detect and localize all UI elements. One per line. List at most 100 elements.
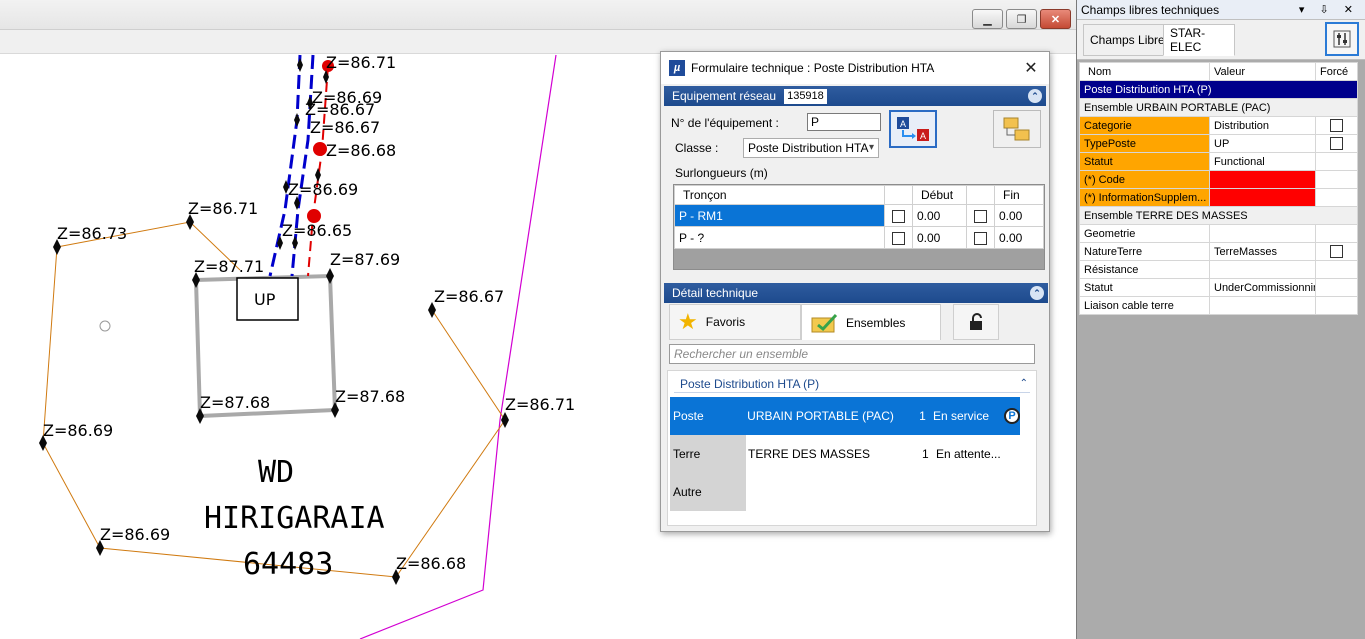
- class-select-value: Poste Distribution HTA: [748, 141, 869, 155]
- col-header-fin[interactable]: Fin: [994, 185, 1044, 205]
- prop-value[interactable]: Distribution: [1209, 116, 1316, 135]
- list-item[interactable]: Poste URBAIN PORTABLE (PAC) 1 En service…: [670, 397, 1021, 435]
- cell-debut[interactable]: 0.00: [912, 204, 967, 227]
- survey-point[interactable]: [297, 58, 303, 72]
- prop-name: Geometrie: [1079, 224, 1210, 243]
- table-row[interactable]: P - ? 0.00 0.00: [674, 226, 1044, 249]
- empty-node[interactable]: [99, 320, 111, 332]
- list-item[interactable]: Terre TERRE DES MASSES 1 En attente...: [670, 435, 1020, 473]
- col-header-valeur[interactable]: Valeur: [1209, 62, 1316, 81]
- cell-fin[interactable]: 0.00: [994, 204, 1044, 227]
- table-row[interactable]: NatureTerre TerreMasses: [1079, 242, 1358, 261]
- tab-favoris-label: Favoris: [705, 315, 746, 329]
- folders-button[interactable]: [993, 110, 1041, 148]
- prop-name: Categorie: [1079, 116, 1210, 135]
- checkbox[interactable]: [974, 209, 987, 223]
- chevron-up-icon[interactable]: ⌃: [1020, 378, 1028, 389]
- force-cell[interactable]: [1315, 116, 1358, 135]
- prop-value[interactable]: Functional: [1209, 152, 1316, 171]
- prop-value[interactable]: [1209, 224, 1316, 243]
- col-header-troncon[interactable]: Tronçon: [674, 185, 885, 205]
- checkbox[interactable]: [892, 209, 905, 223]
- cell-troncon[interactable]: P - ?: [674, 226, 885, 249]
- debut-checkbox[interactable]: [884, 204, 913, 227]
- red-node[interactable]: [313, 142, 327, 156]
- table-row[interactable]: Statut Functional: [1079, 152, 1358, 171]
- elevation-label: Z=87.68: [200, 393, 270, 412]
- prop-name: (*) InformationSupplem...: [1079, 188, 1210, 207]
- cell-fin[interactable]: 0.00: [994, 226, 1044, 249]
- prop-name: TypePoste: [1079, 134, 1210, 153]
- table-row[interactable]: TypePoste UP: [1079, 134, 1358, 153]
- force-cell: [1315, 188, 1358, 207]
- up-box-label: UP: [254, 290, 276, 309]
- force-cell: [1315, 170, 1358, 189]
- table-row[interactable]: P - RM1 0.00 0.00: [674, 204, 1044, 227]
- prop-value[interactable]: [1209, 260, 1316, 279]
- settings-button[interactable]: [1325, 22, 1359, 56]
- equip-no-input[interactable]: P: [807, 113, 881, 131]
- table-row[interactable]: Liaison cable terre: [1079, 296, 1358, 315]
- checkbox[interactable]: [1330, 119, 1343, 132]
- force-cell[interactable]: [1315, 134, 1358, 153]
- subgroup-row[interactable]: Ensemble TERRE DES MASSES: [1079, 206, 1358, 225]
- list-item[interactable]: Autre: [670, 473, 1020, 511]
- prop-value[interactable]: [1209, 170, 1316, 189]
- table-row[interactable]: (*) Code: [1079, 170, 1358, 189]
- cell-debut[interactable]: 0.00: [912, 226, 967, 249]
- checkbox[interactable]: [974, 231, 987, 245]
- prop-value[interactable]: UnderCommissionning: [1209, 278, 1316, 297]
- tab-ensembles[interactable]: Ensembles: [801, 304, 941, 340]
- panel-titlebar[interactable]: Champs libres techniques ▾ ⇩ ✕: [1077, 0, 1365, 20]
- table-row[interactable]: Categorie Distribution: [1079, 116, 1358, 135]
- group-row[interactable]: Poste Distribution HTA (P): [1079, 80, 1358, 99]
- col-header-force[interactable]: Forcé: [1315, 62, 1358, 81]
- detail-section-title: Détail technique: [672, 286, 759, 300]
- checkbox[interactable]: [892, 231, 905, 245]
- prop-value[interactable]: TerreMasses: [1209, 242, 1316, 261]
- folder-tree-icon: [1003, 117, 1030, 141]
- checkbox[interactable]: [1330, 137, 1343, 150]
- tab-star-elec[interactable]: STAR-ELEC: [1163, 24, 1235, 56]
- class-select[interactable]: Poste Distribution HTA ▾: [743, 138, 879, 158]
- subgroup-row[interactable]: Ensemble URBAIN PORTABLE (PAC): [1079, 98, 1358, 117]
- panel-controls[interactable]: ▾ ⇩ ✕: [1299, 3, 1359, 16]
- fin-checkbox[interactable]: [966, 226, 995, 249]
- survey-point[interactable]: [326, 268, 334, 284]
- table-row[interactable]: Résistance: [1079, 260, 1358, 279]
- equipment-section-header[interactable]: Equipement réseau 135918 ⌃: [664, 86, 1046, 106]
- collapse-up-icon[interactable]: ⌃: [1028, 89, 1042, 103]
- dialog-titlebar[interactable]: µ Formulaire technique : Poste Distribut…: [661, 52, 1049, 84]
- elevation-label: Z=86.67: [434, 287, 504, 306]
- surlongueurs-grid: Tronçon Début Fin P - RM1 0.00 0.00 P - …: [673, 184, 1045, 270]
- tab-favoris[interactable]: ★ Favoris: [669, 304, 801, 340]
- elevation-label: Z=86.68: [326, 141, 396, 160]
- dialog-close-icon[interactable]: ✕: [1013, 58, 1049, 78]
- panel-tabbar: Champs Libres STAR-ELEC: [1077, 20, 1365, 60]
- collapse-up-icon[interactable]: ⌃: [1030, 286, 1044, 300]
- ensemble-group-header[interactable]: Poste Distribution HTA (P) ⌃: [674, 375, 1030, 393]
- table-row[interactable]: (*) InformationSupplem...: [1079, 188, 1358, 207]
- lock-button[interactable]: [953, 304, 999, 340]
- debut-checkbox[interactable]: [884, 226, 913, 249]
- table-row[interactable]: Geometrie: [1079, 224, 1358, 243]
- folder-check-icon: [811, 313, 838, 332]
- col-header-nom[interactable]: Nom: [1079, 62, 1210, 81]
- cell-troncon[interactable]: P - RM1: [674, 204, 885, 227]
- table-row[interactable]: Statut UnderCommissionning: [1079, 278, 1358, 297]
- col-header-debut[interactable]: Début: [912, 185, 967, 205]
- checkbox[interactable]: [1330, 245, 1343, 258]
- detail-tabs: ★ Favoris Ensembles: [669, 304, 1047, 340]
- class-label: Classe :: [675, 141, 719, 155]
- detail-section-header[interactable]: Détail technique ⌃: [664, 283, 1048, 303]
- prop-value[interactable]: UP: [1209, 134, 1316, 153]
- prop-value[interactable]: [1209, 296, 1316, 315]
- ensemble-search-input[interactable]: Rechercher un ensemble: [669, 344, 1035, 364]
- force-cell[interactable]: [1315, 242, 1358, 261]
- swap-ab-button[interactable]: A A: [889, 110, 937, 148]
- elevation-label: Z=86.71: [505, 395, 575, 414]
- survey-point[interactable]: [501, 412, 509, 428]
- tab-ensembles-label: Ensembles: [846, 315, 906, 330]
- fin-checkbox[interactable]: [966, 204, 995, 227]
- prop-value[interactable]: [1209, 188, 1316, 207]
